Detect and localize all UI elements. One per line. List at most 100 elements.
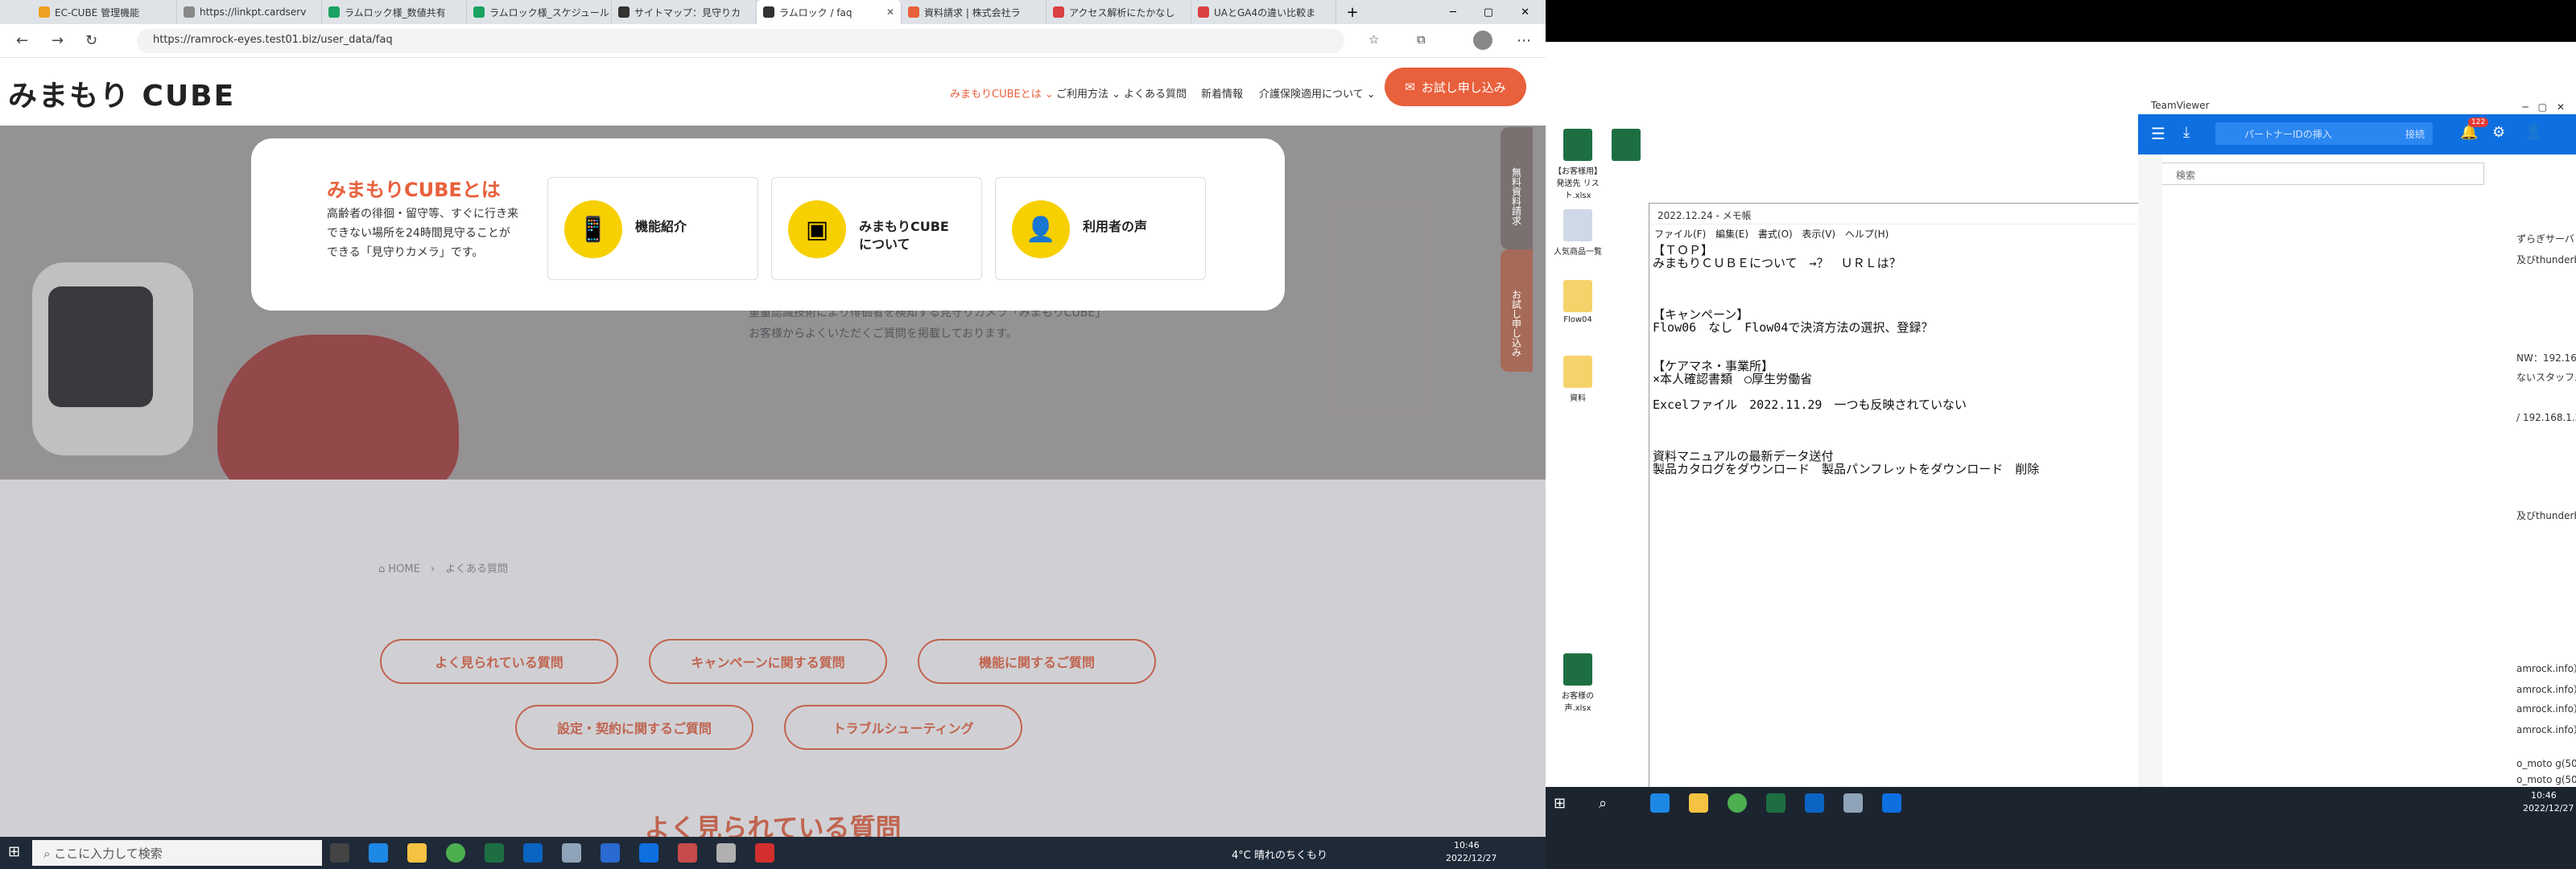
clock-time-2[interactable]: 10:46	[2531, 790, 2557, 801]
download-icon[interactable]: ⤓	[2183, 124, 2190, 141]
nav-insurance[interactable]: 介護保険適用について ⌄	[1259, 85, 1376, 101]
account-icon[interactable]: 👤	[2524, 124, 2542, 141]
clock-time[interactable]: 10:46	[1454, 840, 1480, 850]
nav-usage[interactable]: ご利用方法 ⌄	[1056, 85, 1121, 101]
desktop-icon-xlsx-2[interactable]	[1602, 129, 1650, 164]
chrome-icon-2[interactable]	[1728, 793, 1747, 813]
popup-description: 高齢者の徘徊・留守等、すぐに行き来できない場所を24時間見守ることができる「見守…	[327, 208, 518, 259]
acrobat-icon[interactable]	[755, 843, 774, 863]
menu-edit[interactable]: 編集(E)	[1715, 229, 1748, 240]
close-icon[interactable]: ✕	[886, 6, 894, 18]
browser-tab[interactable]: ラムロック様_スケジュール	[467, 0, 612, 24]
maximize-icon[interactable]: ▢	[1484, 6, 1493, 19]
tab-actions-icon[interactable]	[0, 0, 32, 24]
weather[interactable]: 4°C 晴れのちくもり	[1232, 846, 1327, 862]
notepad-icon[interactable]	[562, 843, 581, 863]
start-icon-2[interactable]: ⊞	[1554, 795, 1566, 812]
tab-favicon	[763, 6, 774, 18]
cloud-app-icon[interactable]	[716, 843, 736, 863]
explorer-icon-2[interactable]	[1689, 793, 1708, 813]
tv-device-label[interactable]: o_moto g(50) 5G	[2516, 774, 2576, 785]
clock-date[interactable]: 2022/12/27	[1446, 853, 1496, 863]
tv-device-label[interactable]: amrock.info）	[2516, 723, 2576, 736]
more-icon[interactable]: ⋯	[1517, 32, 1531, 49]
browser-tab[interactable]: EC-CUBE 管理機能	[32, 0, 177, 24]
search-icon-2[interactable]: ⌕	[1599, 795, 1607, 812]
minimize-icon[interactable]: ─	[1450, 6, 1456, 19]
desktop-icon-popular[interactable]: 人気商品一覧	[1554, 209, 1602, 257]
clock-date-2[interactable]: 2022/12/27	[2523, 803, 2574, 813]
desktop-icon-flow04[interactable]: Flow04	[1554, 280, 1602, 324]
tv-device-label[interactable]: amrock.info）	[2516, 682, 2576, 696]
tv-device-label[interactable]: NW：192.168.1.190...	[2516, 351, 2576, 364]
tv-device-label[interactable]: / 192.168.1.240）	[2516, 410, 2576, 424]
taskbar-left: ⊞ ⌕ ここに入力して検索 4°C 晴れのちくもり 10:46 2022/12/…	[0, 837, 1546, 869]
tv-device-label[interactable]: 及びthunderbird	[2516, 253, 2576, 266]
browser-tab[interactable]: 資料請求 | 株式会社ラ	[902, 0, 1046, 24]
desktop-icon-docs[interactable]: 資料	[1554, 356, 1602, 403]
tv-search-input[interactable]: 検索	[2154, 163, 2484, 185]
start-icon[interactable]: ⊞	[8, 843, 20, 860]
edge-icon[interactable]	[369, 843, 388, 863]
new-tab-button[interactable]: +	[1336, 0, 1368, 24]
gear-icon[interactable]: ⚙	[2492, 124, 2505, 141]
card-testimonials[interactable]: 👤 利用者の声	[995, 177, 1206, 280]
connect-button[interactable]: 接続	[2405, 127, 2425, 141]
nav-faq[interactable]: よくある質問	[1124, 85, 1187, 101]
task-view-icon[interactable]	[330, 843, 349, 863]
refresh-icon[interactable]: ↻	[85, 32, 97, 49]
nav-news[interactable]: 新着情報	[1201, 85, 1243, 101]
chrome-icon[interactable]	[446, 843, 465, 863]
forward-icon[interactable]: →	[52, 32, 64, 49]
desktop-icon-xlsx[interactable]: 【お客様用】発送先 リスト.xlsx	[1554, 129, 1602, 200]
favorites-icon[interactable]: ☆	[1368, 32, 1379, 47]
tab-favicon	[184, 6, 195, 18]
trial-cta-button[interactable]: ✉ お試し申し込み	[1385, 68, 1526, 106]
browser-tab[interactable]: サイトマップ：見守りカ	[612, 0, 757, 24]
tv-window-controls[interactable]: ─ ▢ ✕	[2522, 100, 2565, 113]
menu-view[interactable]: 表示(V)	[1802, 229, 1836, 240]
menu-help[interactable]: ヘルプ(H)	[1845, 229, 1889, 240]
outlook-icon[interactable]	[523, 843, 543, 863]
hamburger-icon[interactable]: ☰	[2151, 124, 2165, 143]
tv-device-label[interactable]: amrock.info）	[2516, 702, 2576, 715]
close-window-icon[interactable]: ✕	[1521, 6, 1530, 19]
teamviewer-icon[interactable]	[639, 843, 658, 863]
card-features[interactable]: 📱 機能紹介	[547, 177, 758, 280]
tv-device-label[interactable]: ずらぎサーバ（(当屋	[2516, 232, 2576, 245]
side-tab-trial[interactable]: お試し申し込み	[1501, 249, 1533, 372]
explorer-icon[interactable]	[407, 843, 427, 863]
back-icon[interactable]: ←	[16, 32, 28, 49]
outlook-icon-2[interactable]	[1805, 793, 1824, 813]
site-logo[interactable]: みまもり CUBE	[8, 72, 235, 114]
tv-device-label[interactable]: 及びthunderbird	[2516, 509, 2576, 522]
app-icon[interactable]	[601, 843, 620, 863]
browser-tab[interactable]: ラムロック様_数値共有	[322, 0, 467, 24]
browser-tab[interactable]: ラムロック / faq ✕	[757, 0, 902, 24]
menu-file[interactable]: ファイル(F)	[1654, 229, 1706, 240]
url-input[interactable]: https://ramrock-eyes.test01.biz/user_dat…	[137, 29, 1344, 53]
browser-tab[interactable]: UAとGA4の違い比較ま	[1191, 0, 1336, 24]
chart-app-icon[interactable]	[678, 843, 697, 863]
excel-icon[interactable]	[485, 843, 504, 863]
mail-icon: ✉	[1405, 80, 1415, 94]
tv-device-label[interactable]: amrock.info）	[2516, 661, 2576, 675]
teamviewer-icon-2[interactable]	[1882, 793, 1901, 813]
browser-tab[interactable]: アクセス解析にたかなし	[1046, 0, 1191, 24]
collections-icon[interactable]: ⧉	[1417, 32, 1426, 47]
excel-icon-2[interactable]	[1766, 793, 1785, 813]
notepad-icon-2[interactable]	[1843, 793, 1863, 813]
browser-tab[interactable]: https://linkpt.cardserv	[177, 0, 322, 24]
taskbar-search[interactable]: ⌕ ここに入力して検索	[32, 840, 322, 866]
notification-badge: 122	[2468, 117, 2489, 127]
desktop-icon-voice[interactable]: お客様の声.xlsx	[1554, 653, 1602, 713]
menu-format[interactable]: 書式(O)	[1758, 229, 1793, 240]
side-tab-materials[interactable]: 無料資料請求	[1501, 127, 1533, 249]
edge-icon-2[interactable]	[1650, 793, 1670, 813]
profile-avatar[interactable]	[1473, 31, 1492, 50]
tv-device-label[interactable]: ないスタッフルーム...	[2516, 370, 2576, 384]
nav-about[interactable]: みまもりCUBEとは ⌄	[950, 85, 1054, 101]
partner-id-input[interactable]: パートナーIDの挿入 接続	[2215, 122, 2433, 145]
card-about-cube[interactable]: ▣ みまもりCUBE について	[771, 177, 982, 280]
tv-device-label[interactable]: o_moto g(50) 5G	[2516, 758, 2576, 769]
